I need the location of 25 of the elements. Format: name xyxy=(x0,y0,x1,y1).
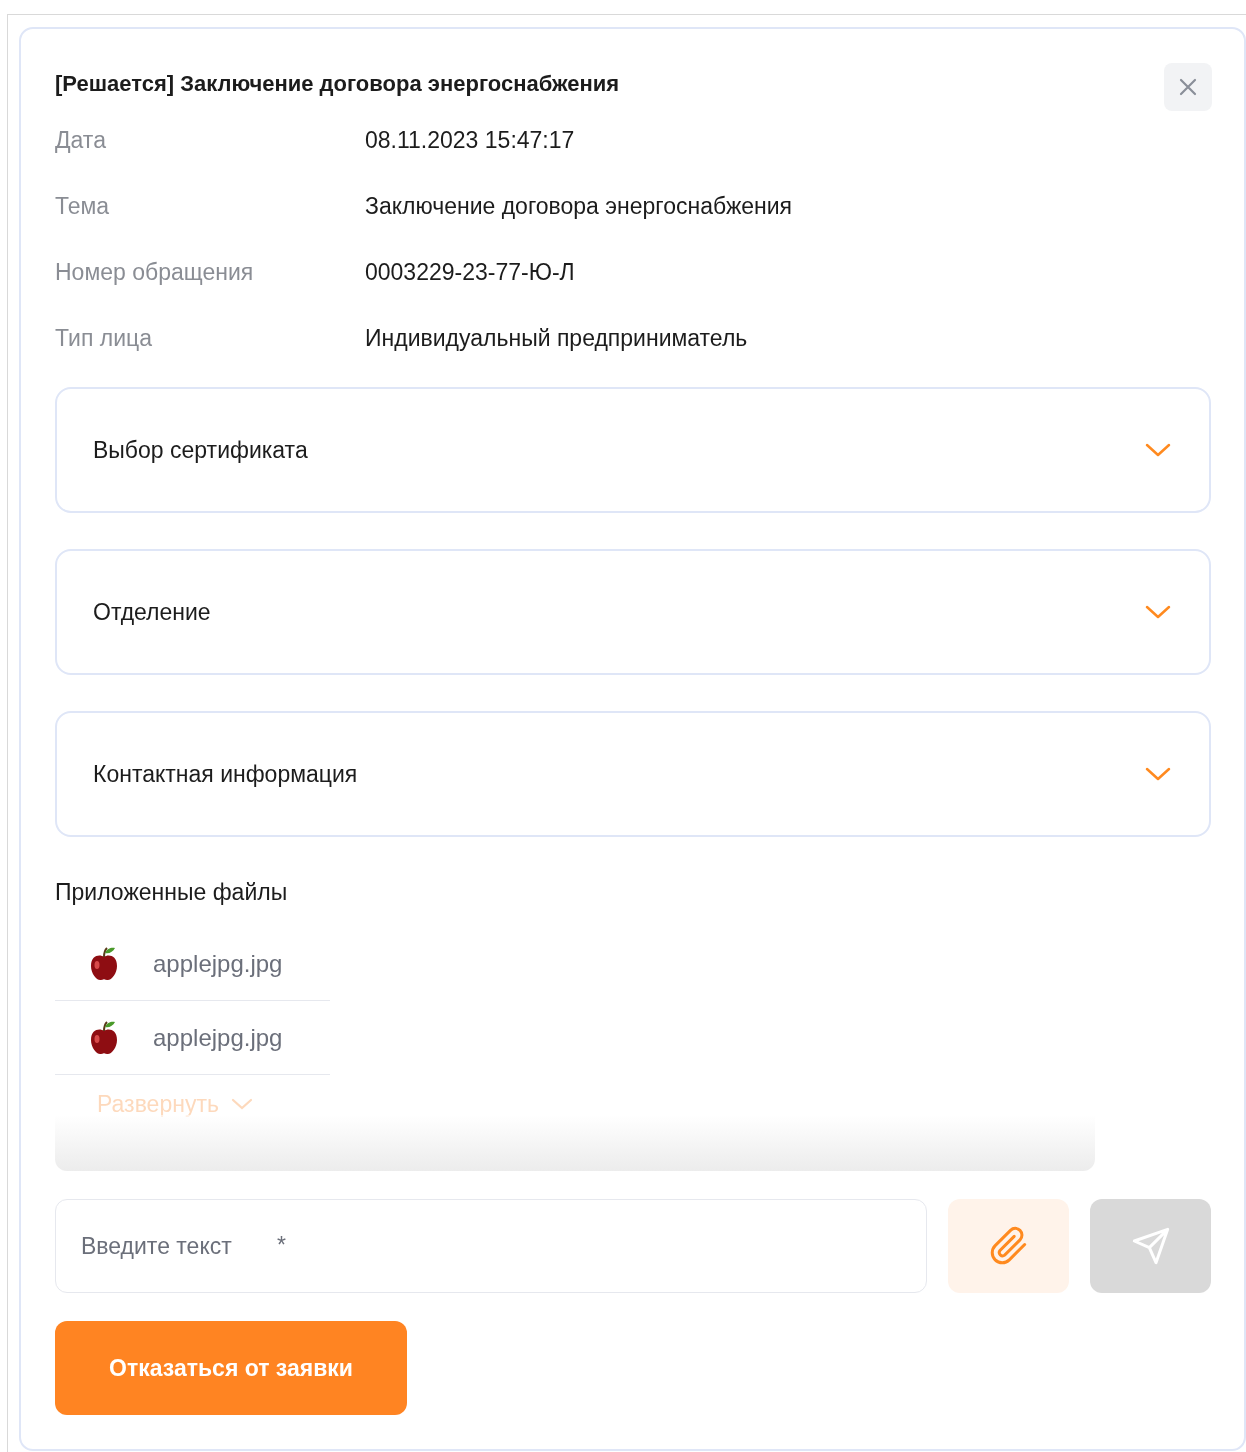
accordion-header[interactable]: Отделение xyxy=(55,549,1211,675)
field-label: Дата xyxy=(55,126,107,155)
field-value: 08.11.2023 15:47:17 xyxy=(365,126,575,155)
attachments-heading: Приложенные файлы xyxy=(55,878,289,907)
field-label: Тема xyxy=(55,192,111,221)
chevron-icon xyxy=(230,1097,253,1111)
close-icon xyxy=(1178,77,1198,97)
field-value: Заключение договора энергоснабжения xyxy=(365,192,793,221)
chevron-icon xyxy=(1145,766,1171,782)
accordion-header[interactable]: Выбор сертификата xyxy=(55,387,1211,513)
file-name[interactable]: applejpg.jpg xyxy=(153,1019,283,1056)
required-mark: * xyxy=(277,1231,286,1259)
accordion-header[interactable]: Контактная информация xyxy=(55,711,1211,837)
field-label: Номер обращения xyxy=(55,258,255,287)
send-icon xyxy=(1130,1226,1171,1266)
field-value: 0003229-23-77-Ю-Л xyxy=(365,258,575,287)
chevron-icon xyxy=(1145,604,1171,620)
dialog-title: [Решается] Заключение договора энергоснабжения xyxy=(55,70,620,98)
close-button[interactable] xyxy=(1164,63,1212,111)
attach-button[interactable] xyxy=(948,1199,1069,1293)
chevron-icon xyxy=(1145,442,1171,458)
file-name[interactable]: applejpg.jpg xyxy=(153,945,283,982)
field-value: Индивидуальный предприниматель xyxy=(365,324,748,353)
paperclip-icon xyxy=(988,1226,1029,1266)
field-label: Тип лица xyxy=(55,324,153,353)
